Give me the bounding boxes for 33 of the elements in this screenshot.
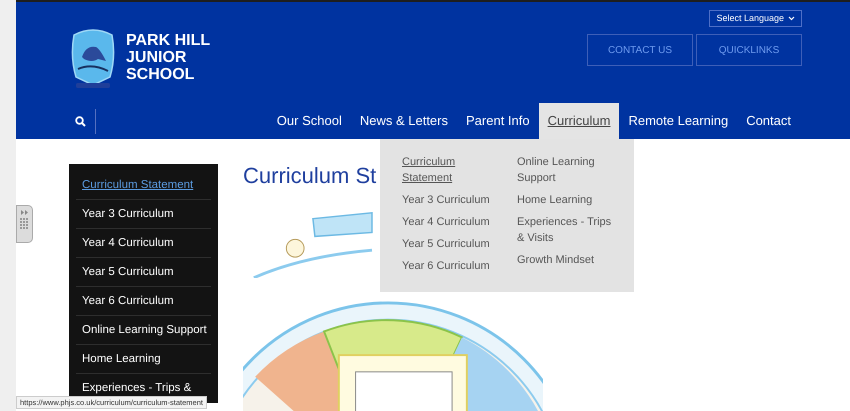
sidebar-item[interactable]: Year 4 Curriculum (76, 229, 211, 258)
dropdown-item[interactable]: Growth Mindset (517, 252, 621, 268)
sidebar-item[interactable]: Home Learning (76, 345, 211, 374)
nav-link[interactable]: Curriculum (538, 103, 620, 139)
nav-link[interactable]: Our School (268, 103, 351, 139)
sidebar-item[interactable]: Year 5 Curriculum (76, 258, 211, 287)
page-title: Curriculum St (243, 162, 376, 190)
dropdown-item[interactable]: Year 5 Curriculum (402, 236, 494, 252)
dropdown-item[interactable]: Year 4 Curriculum (402, 214, 494, 230)
nav-link[interactable]: Parent Info (457, 103, 539, 139)
nav-link[interactable]: Remote Learning (619, 103, 738, 139)
school-name: PARK HILL JUNIOR SCHOOL (126, 32, 211, 83)
sidebar-item[interactable]: Year 3 Curriculum (76, 200, 211, 229)
dropdown-item[interactable]: Year 6 Curriculum (402, 258, 494, 274)
grip-icon (20, 218, 29, 230)
nav-link[interactable]: News & Letters (350, 103, 457, 139)
dropdown-item[interactable]: Home Learning (517, 192, 621, 208)
chevron-down-icon (788, 16, 795, 21)
sidebar-item[interactable]: Year 6 Curriculum (76, 287, 211, 316)
page-side-handle[interactable] (16, 205, 33, 243)
search-icon[interactable] (75, 116, 86, 126)
language-select[interactable]: Select Language (709, 10, 802, 27)
sidebar-item[interactable]: Online Learning Support (76, 316, 211, 345)
dropdown-item[interactable]: Experiences - Trips & Visits (517, 214, 621, 246)
dropdown-item[interactable]: Curriculum Statement (402, 154, 494, 186)
fast-forward-icon (20, 210, 28, 215)
dropdown-item[interactable]: Online Learning Support (517, 154, 621, 186)
header-link-button[interactable]: CONTACT US (587, 34, 693, 66)
dropdown-item[interactable]: Year 3 Curriculum (402, 192, 494, 208)
header-link-button[interactable]: QUICKLINKS (696, 34, 802, 66)
nav-link[interactable]: Contact (737, 103, 800, 139)
crest-logo (70, 27, 116, 89)
sidebar-item[interactable]: Curriculum Statement (76, 171, 211, 200)
